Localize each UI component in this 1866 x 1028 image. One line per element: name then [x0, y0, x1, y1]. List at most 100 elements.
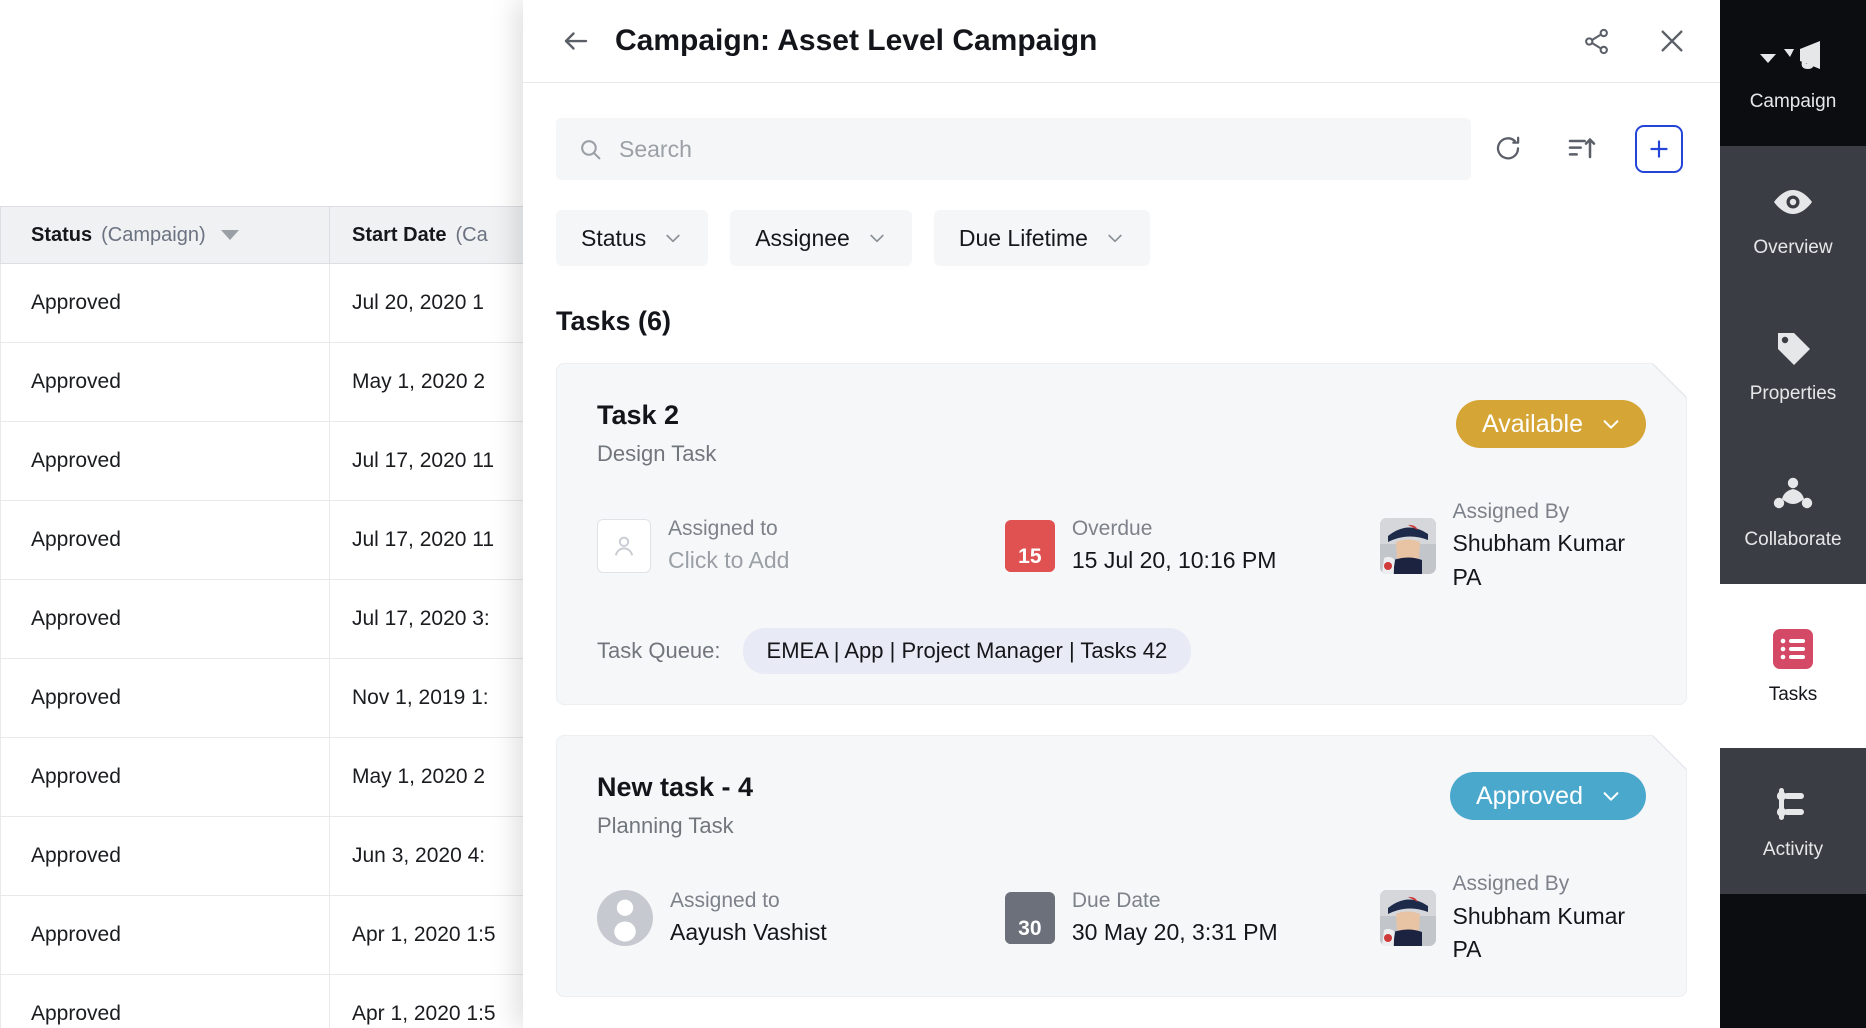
- rail-item-label: Properties: [1749, 383, 1837, 404]
- module-rail: Campaign Overview Properties Collaborate Tas…: [1720, 0, 1866, 1028]
- assigned-by-field: Assigned By Shubham Kumar PA: [1379, 869, 1647, 966]
- assigner-avatar: [1379, 889, 1436, 946]
- megaphone-icon: [1760, 33, 1826, 79]
- task-queue-badge[interactable]: EMEA | App | Project Manager | Tasks 42: [742, 628, 1192, 675]
- task-card-titles: New task - 4 Planning Task: [597, 772, 1450, 839]
- task-meta-row: Assigned to Aayush Vashist 30 Due Date 30 Ma…: [597, 869, 1646, 966]
- panel-header-actions: [1576, 21, 1692, 61]
- chevron-down-icon: [867, 228, 887, 248]
- table-row[interactable]: Approved Nov 1, 2019 1:: [0, 659, 560, 738]
- close-icon[interactable]: [1652, 21, 1692, 61]
- assignee-avatar: [597, 889, 653, 946]
- activity-icon: [1773, 781, 1813, 827]
- task-status-label: Available: [1481, 409, 1583, 438]
- assigned-to-field[interactable]: Assigned to Aayush Vashist: [597, 886, 1005, 950]
- search-box[interactable]: [556, 118, 1471, 180]
- campaign-table: Status (Campaign) Start Date (Ca Approve…: [0, 0, 560, 1028]
- task-queue-row: Task Queue: EMEA | App | Project Manager …: [597, 628, 1646, 675]
- task-list: Task 2 Design Task Available Assigned to Cli…: [523, 337, 1720, 998]
- refresh-icon[interactable]: [1471, 118, 1545, 180]
- cell-status: Approved: [0, 264, 330, 342]
- table-row[interactable]: Approved Jul 20, 2020 1: [0, 264, 560, 343]
- table-row[interactable]: Approved Jun 3, 2020 4:: [0, 817, 560, 896]
- rail-item-label: Collaborate: [1744, 529, 1842, 550]
- due-date-label: Overdue: [1071, 516, 1153, 540]
- task-queue-label: Task Queue:: [597, 638, 721, 664]
- rail-item-overview[interactable]: Overview: [1720, 146, 1866, 292]
- table-row[interactable]: Approved Apr 1, 2020 1:5: [0, 975, 560, 1028]
- task-status-badge[interactable]: Available: [1455, 400, 1646, 448]
- filter-chip-label: Status: [581, 224, 647, 251]
- filter-chip-due-lifetime[interactable]: Due Lifetime: [933, 210, 1150, 266]
- sort-ascending-icon[interactable]: [1545, 118, 1619, 180]
- rail-divider: [1720, 584, 1866, 593]
- column-header-status[interactable]: Status (Campaign): [0, 207, 330, 263]
- table-row[interactable]: Approved Apr 1, 2020 1:5: [0, 896, 560, 975]
- rail-item-label: Campaign: [1749, 91, 1837, 112]
- back-button[interactable]: [556, 21, 596, 61]
- assigned-by-value: Shubham Kumar PA: [1452, 530, 1626, 590]
- assigner-avatar: [1379, 517, 1436, 574]
- due-date-field[interactable]: 30 Due Date 30 May 20, 3:31 PM: [1004, 886, 1380, 950]
- filter-chip-label: Assignee: [755, 224, 850, 251]
- due-date-label: Due Date: [1071, 888, 1161, 912]
- rail-item-properties[interactable]: Properties: [1720, 292, 1866, 438]
- panel-header: Campaign: Asset Level Campaign: [523, 0, 1720, 83]
- tasks-list-icon: [1772, 626, 1814, 672]
- cell-status: Approved: [0, 422, 330, 500]
- assigned-to-value: Aayush Vashist: [670, 919, 827, 946]
- assigned-by-label: Assigned By: [1452, 872, 1570, 896]
- filter-chip-assignee[interactable]: Assignee: [730, 210, 912, 266]
- task-card-titles: Task 2 Design Task: [597, 400, 1456, 467]
- task-toolbar: [523, 83, 1720, 180]
- assignee-placeholder-avatar[interactable]: [597, 518, 651, 573]
- task-meta-row: Assigned to Click to Add 15 Overdue 15 Jul 2…: [597, 497, 1646, 594]
- column-header-start-date-sub: (Ca: [455, 223, 488, 246]
- add-task-button[interactable]: [1635, 125, 1683, 173]
- rail-item-tasks[interactable]: Tasks: [1720, 593, 1866, 739]
- rail-divider: [1720, 739, 1866, 748]
- assigned-to-value: Click to Add: [668, 547, 790, 574]
- rail-item-collaborate[interactable]: Collaborate: [1720, 438, 1866, 584]
- share-icon[interactable]: [1576, 21, 1616, 61]
- task-name: Task 2: [597, 400, 680, 430]
- rail-item-label: Activity: [1762, 839, 1824, 860]
- filter-chip-status[interactable]: Status: [556, 210, 709, 266]
- task-card-header: New task - 4 Planning Task Approved: [597, 772, 1646, 839]
- rail-item-label: Overview: [1753, 237, 1833, 258]
- table-row[interactable]: Approved Jul 17, 2020 3:: [0, 580, 560, 659]
- eye-icon: [1772, 179, 1814, 225]
- table-row[interactable]: Approved May 1, 2020 2: [0, 343, 560, 422]
- toolbar-icons: [1471, 118, 1687, 180]
- rail-item-activity[interactable]: Activity: [1720, 748, 1866, 894]
- task-card-header: Task 2 Design Task Available: [597, 400, 1646, 467]
- search-input[interactable]: [619, 135, 1449, 163]
- task-status-badge[interactable]: Approved: [1449, 772, 1646, 821]
- rail-item-campaign[interactable]: Campaign: [1720, 0, 1866, 146]
- column-header-start-date-main: Start Date: [352, 223, 447, 246]
- filter-chips: Status Assignee Due Lifetime: [523, 180, 1720, 266]
- tag-icon: [1774, 325, 1812, 371]
- assigned-by-label: Assigned By: [1452, 500, 1570, 523]
- due-date-field[interactable]: 15 Overdue 15 Jul 20, 10:16 PM: [1004, 514, 1380, 578]
- cell-status: Approved: [0, 975, 330, 1028]
- table-row[interactable]: Approved May 1, 2020 2: [0, 738, 560, 817]
- cell-status: Approved: [0, 343, 330, 421]
- cell-status: Approved: [0, 580, 330, 658]
- tasks-heading: Tasks (6): [556, 306, 672, 336]
- sort-caret-icon[interactable]: [220, 230, 239, 240]
- cell-status: Approved: [0, 817, 330, 895]
- table-row[interactable]: Approved Jul 17, 2020 11: [0, 422, 560, 501]
- due-date-value: 15 Jul 20, 10:16 PM: [1071, 547, 1277, 574]
- campaign-detail-panel: Campaign: Asset Level Campaign Search St…: [523, 0, 1720, 1028]
- rail-item-label: Tasks: [1768, 684, 1818, 705]
- task-type: Planning Task: [597, 813, 734, 839]
- task-card[interactable]: Task 2 Design Task Available Assigned to Cli…: [556, 363, 1687, 706]
- table-row[interactable]: Approved Jul 17, 2020 11: [0, 501, 560, 580]
- cell-status: Approved: [0, 896, 330, 974]
- assigned-to-field[interactable]: Assigned to Click to Add: [597, 514, 1005, 578]
- task-card[interactable]: New task - 4 Planning Task Approved Assigne…: [556, 735, 1687, 998]
- calendar-icon: 15: [1004, 519, 1055, 572]
- calendar-icon: 30: [1004, 891, 1055, 944]
- table-body: Approved Jul 20, 2020 1 Approved May 1, 202…: [0, 264, 560, 1028]
